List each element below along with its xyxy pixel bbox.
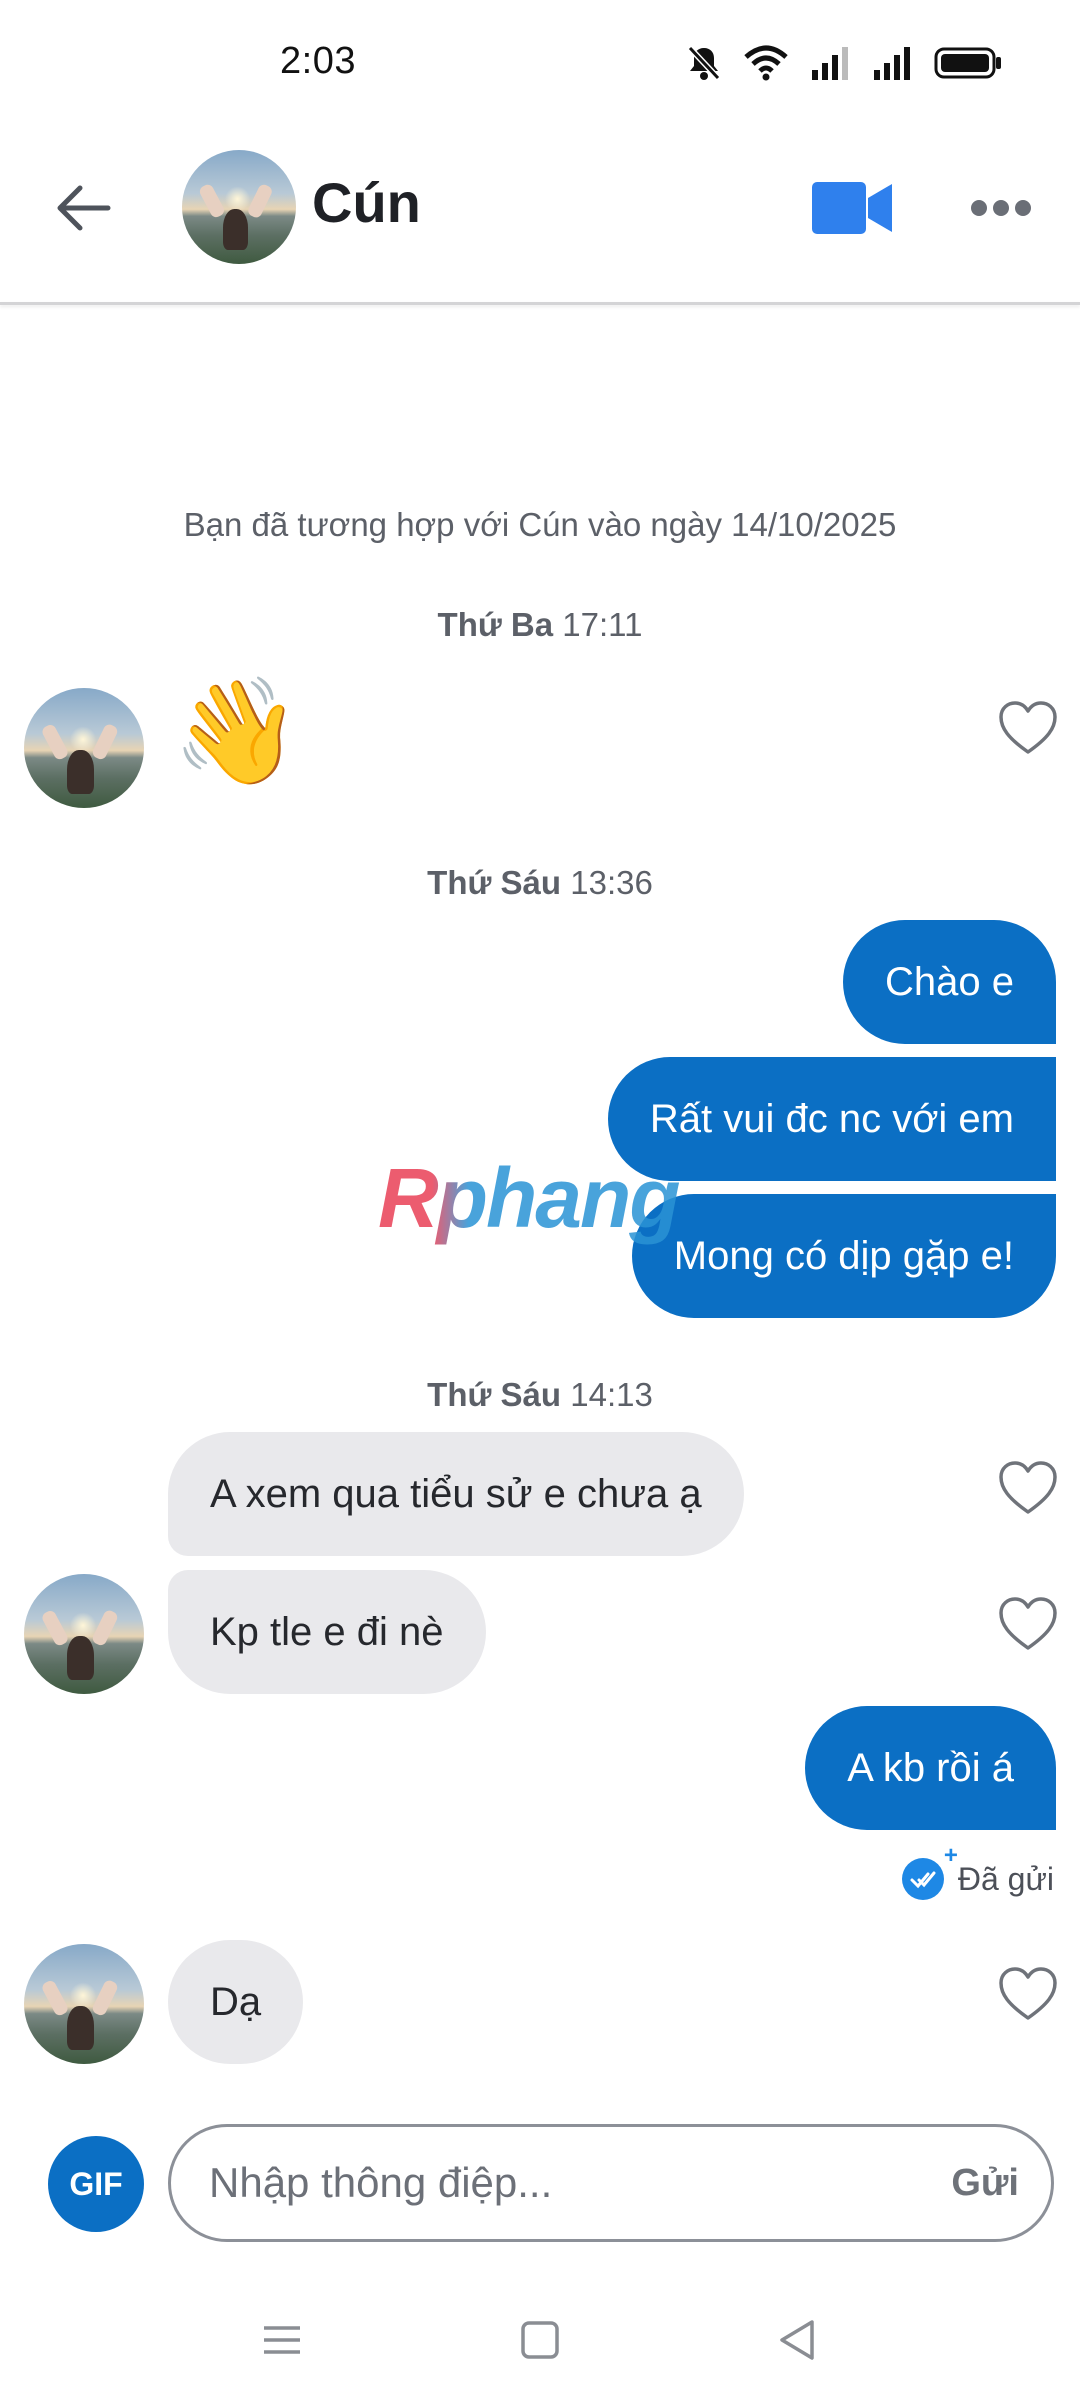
nav-back-button[interactable] <box>768 2310 828 2370</box>
contact-avatar[interactable] <box>182 150 296 264</box>
more-dots-icon <box>971 200 1031 216</box>
heart-icon <box>999 1597 1057 1650</box>
match-notice: Bạn đã tương hợp với Cún vào ngày 14/10/… <box>183 506 897 543</box>
message-outgoing[interactable]: A kb rồi á <box>805 1706 1056 1830</box>
more-options-button[interactable] <box>970 196 1032 220</box>
status-icons <box>686 44 1002 82</box>
header-divider <box>0 302 1080 305</box>
signal-icon-1 <box>812 47 848 80</box>
day-label: Thứ Ba <box>437 606 554 643</box>
heart-icon <box>999 701 1057 754</box>
nav-home-button[interactable] <box>510 2310 570 2370</box>
arrow-left-icon <box>57 185 111 231</box>
read-check-icon: + <box>901 1842 958 1900</box>
day-label: Thứ Sáu <box>427 1376 562 1413</box>
watermark: Rphang <box>378 1151 681 1245</box>
avatar[interactable] <box>24 1944 144 2064</box>
message-outgoing[interactable]: Chào e <box>843 920 1056 1044</box>
video-camera-icon <box>812 182 892 234</box>
time-label: 17:11 <box>562 606 643 643</box>
message-incoming[interactable]: Dạ <box>168 1940 304 2064</box>
message-input[interactable] <box>207 2158 911 2208</box>
heart-icon <box>999 1967 1057 2020</box>
time-label: 14:13 <box>570 1376 653 1413</box>
back-button[interactable] <box>52 176 116 240</box>
message-outgoing[interactable]: Mong có dịp gặp e! <box>631 1194 1056 1318</box>
mute-icon <box>687 45 721 81</box>
message-incoming[interactable]: A xem qua tiểu sử e chưa ạ <box>168 1432 744 1556</box>
sent-status-label: Đã gửi <box>957 1860 1054 1897</box>
day-label: Thứ Sáu <box>427 864 562 901</box>
timestamp-group-2: Thứ Sáu 13:36 <box>0 864 1080 902</box>
time-label: 13:36 <box>570 864 653 901</box>
sent-indicator: + Đã gửi <box>901 1842 1054 1900</box>
like-button[interactable] <box>998 700 1058 756</box>
message-composer: Gửi <box>168 2124 1054 2242</box>
send-button[interactable]: Gửi <box>951 2162 1019 2205</box>
menu-icon <box>264 2326 300 2354</box>
like-button[interactable] <box>998 1596 1058 1652</box>
avatar[interactable] <box>24 1574 144 1694</box>
message-incoming[interactable]: Kp tle e đi nè <box>168 1570 486 1694</box>
nav-menu-button[interactable] <box>252 2310 312 2370</box>
avatar[interactable] <box>24 688 144 808</box>
status-time: 2:03 <box>280 40 356 82</box>
battery-icon <box>934 47 1001 79</box>
triangle-back-icon <box>780 2320 814 2360</box>
wave-emoji-message[interactable]: 👋 <box>172 680 302 784</box>
video-call-button[interactable] <box>812 180 894 236</box>
timestamp-group-1: Thứ Ba 17:11 <box>0 606 1080 644</box>
like-button[interactable] <box>998 1460 1058 1516</box>
gif-button[interactable]: GIF <box>48 2136 144 2232</box>
wifi-icon <box>744 45 788 81</box>
signal-icon-2 <box>874 47 910 80</box>
contact-name[interactable]: Cún <box>312 170 421 235</box>
heart-icon <box>999 1461 1057 1514</box>
like-button[interactable] <box>998 1966 1058 2022</box>
square-home-icon <box>521 2321 559 2359</box>
timestamp-group-3: Thứ Sáu 14:13 <box>0 1376 1080 1414</box>
